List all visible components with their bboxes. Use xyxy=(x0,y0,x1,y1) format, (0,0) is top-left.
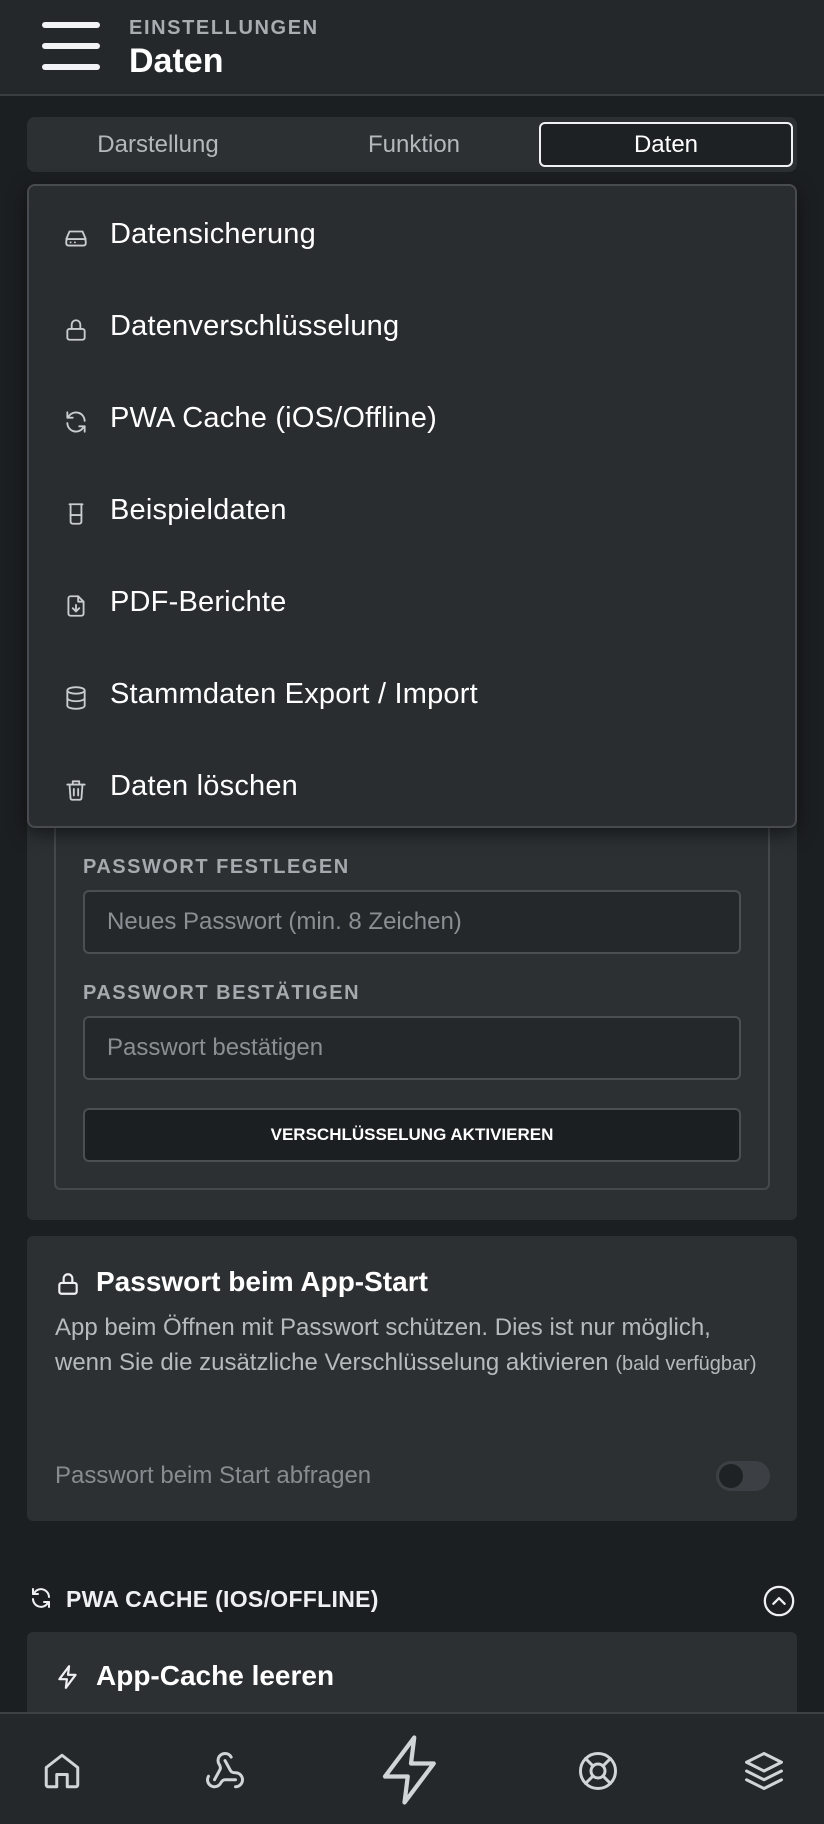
webhook-icon xyxy=(206,1752,244,1789)
header-section-label: EINSTELLUNGEN xyxy=(129,17,319,39)
start-password-toggle[interactable] xyxy=(716,1461,770,1491)
menu-item-label: Beispieldaten xyxy=(110,494,287,526)
start-password-toggle-label: Passwort beim Start abfragen xyxy=(55,1462,372,1489)
menu-item-stammdaten[interactable]: Stammdaten Export / Import xyxy=(29,658,795,738)
menu-item-pdf-berichte[interactable]: PDF-Berichte xyxy=(29,566,795,646)
menu-item-label: Datensicherung xyxy=(110,218,316,250)
trash-icon xyxy=(66,780,86,801)
password-label: PASSWORT FESTLEGEN xyxy=(83,856,350,878)
hamburger-menu-icon[interactable] xyxy=(42,20,100,72)
app-start-description-text: App beim Öffnen mit Passwort schützen. D… xyxy=(55,1314,711,1376)
file-download-icon xyxy=(67,595,85,617)
page-title: Daten xyxy=(129,42,224,80)
menu-item-label: PWA Cache (iOS/Offline) xyxy=(110,402,437,434)
hard-drive-icon xyxy=(65,230,87,247)
toggle-knob xyxy=(719,1464,743,1488)
chevron-up-circle-icon[interactable] xyxy=(762,1584,796,1618)
availability-note: (bald verfügbar) xyxy=(615,1353,757,1375)
menu-item-label: Daten löschen xyxy=(110,770,298,802)
lock-icon xyxy=(58,1273,78,1295)
beaker-icon xyxy=(68,503,84,525)
layers-icon xyxy=(745,1752,783,1790)
bottom-navigation xyxy=(0,1712,824,1824)
menu-item-label: PDF-Berichte xyxy=(110,586,287,618)
menu-item-datenverschluesselung[interactable]: Datenverschlüsselung xyxy=(29,290,795,370)
nav-help-button[interactable] xyxy=(538,1714,658,1824)
nav-home-button[interactable] xyxy=(1,1714,121,1824)
tab-funktion[interactable]: Funktion xyxy=(289,122,539,167)
tab-daten[interactable]: Daten xyxy=(539,122,793,167)
settings-tabs: Darstellung Funktion Daten xyxy=(27,117,797,172)
lightning-bolt-icon xyxy=(382,1735,436,1805)
menu-item-beispieldaten[interactable]: Beispieldaten xyxy=(29,474,795,554)
menu-item-label: Datenverschlüsselung xyxy=(110,310,400,342)
menu-item-pwa-cache[interactable]: PWA Cache (iOS/Offline) xyxy=(29,382,795,462)
bolt-icon xyxy=(58,1665,77,1689)
tab-darstellung[interactable]: Darstellung xyxy=(33,122,283,167)
lifebuoy-icon xyxy=(579,1752,617,1790)
activate-encryption-button[interactable]: VERSCHLÜSSELUNG AKTIVIEREN xyxy=(83,1108,741,1162)
app-header: EINSTELLUNGEN Daten xyxy=(0,0,824,96)
app-start-description: App beim Öffnen mit Passwort schützen. D… xyxy=(55,1310,767,1382)
database-icon xyxy=(66,686,86,710)
nav-layers-button[interactable] xyxy=(704,1714,824,1824)
pwa-cache-heading: PWA CACHE (IOS/OFFLINE) xyxy=(66,1586,379,1612)
refresh-icon xyxy=(66,411,86,433)
confirm-password-input[interactable] xyxy=(83,1016,741,1080)
refresh-icon xyxy=(32,1588,50,1608)
menu-item-daten-loeschen[interactable]: Daten löschen xyxy=(29,750,795,830)
lock-icon xyxy=(66,319,86,341)
menu-item-label: Stammdaten Export / Import xyxy=(110,678,478,710)
nav-webhook-button[interactable] xyxy=(166,1714,286,1824)
menu-item-datensicherung[interactable]: Datensicherung xyxy=(29,198,795,278)
home-icon xyxy=(44,1753,80,1789)
clear-cache-title[interactable]: App-Cache leeren xyxy=(96,1660,334,1692)
new-password-input[interactable] xyxy=(83,890,741,954)
nav-quick-action-button[interactable] xyxy=(352,1714,472,1824)
confirm-password-label: PASSWORT BESTÄTIGEN xyxy=(83,982,361,1004)
app-start-title: Passwort beim App-Start xyxy=(96,1266,428,1297)
section-dropdown-menu: Datensicherung Datenverschlüsselung PWA … xyxy=(27,184,797,828)
